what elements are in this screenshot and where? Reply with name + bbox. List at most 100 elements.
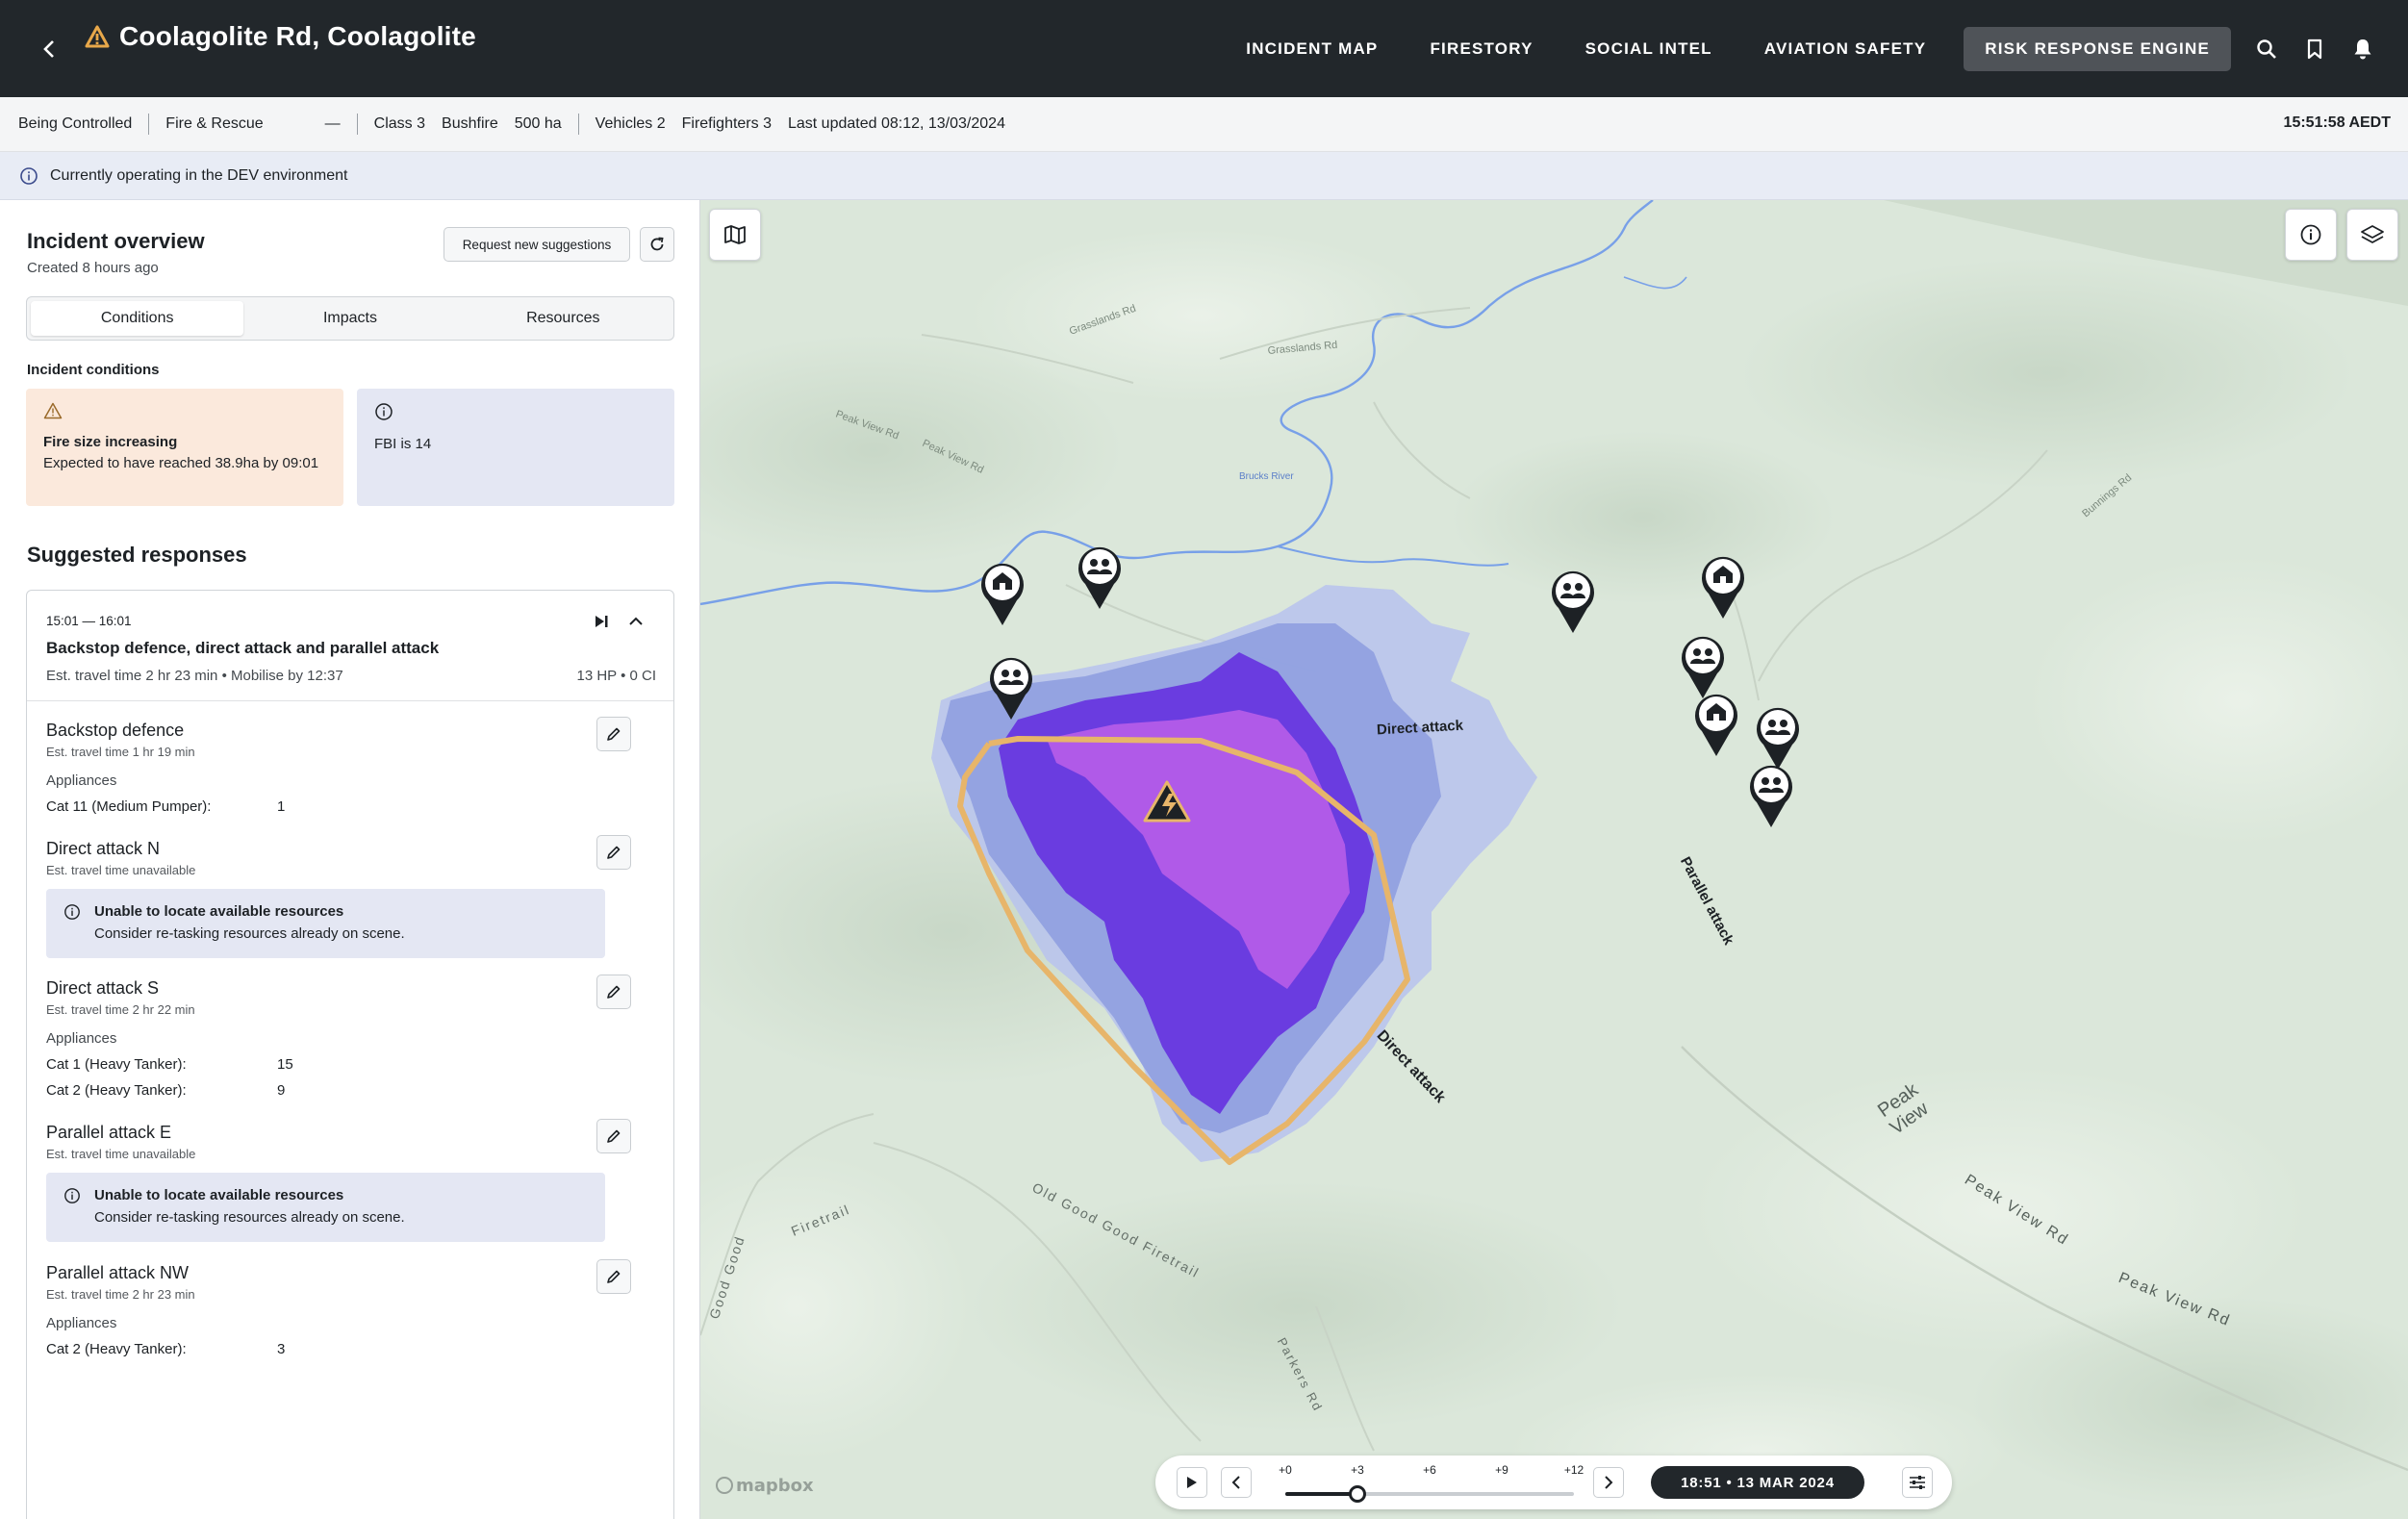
task-travel-time: Est. travel time 2 hr 23 min	[46, 1287, 195, 1302]
task-parallel-attack-e: Parallel attack E Est. travel time unava…	[46, 1119, 643, 1242]
appliances-label: Appliances	[46, 1030, 117, 1047]
tab-impacts[interactable]: Impacts	[243, 301, 456, 336]
people-icon	[1552, 570, 1594, 633]
edit-task-button[interactable]	[596, 835, 631, 870]
refresh-button[interactable]	[640, 227, 674, 262]
appliance-row: Cat 2 (Heavy Tanker): 9	[46, 1082, 643, 1099]
condition-card-fbi: FBI is 14	[357, 389, 674, 506]
condition-title: FBI is 14	[374, 436, 432, 452]
task-name: Direct attack N	[46, 839, 161, 858]
task-travel-time: Est. travel time unavailable	[46, 1147, 196, 1161]
community-pin[interactable]	[1074, 542, 1126, 611]
task-name: Parallel attack E	[46, 1123, 172, 1142]
info-icon	[20, 166, 38, 185]
status-area: 500 ha	[514, 115, 562, 132]
layers-button[interactable]	[2346, 209, 2398, 261]
task-direct-attack-s: Direct attack S Est. travel time 2 hr 22…	[46, 975, 643, 1099]
fire-spread-layer	[931, 585, 1537, 1165]
chevron-left-icon	[1231, 1476, 1240, 1489]
incident-map[interactable]: Peak View Rd Peak View Rd Grasslands Rd …	[700, 200, 2408, 1519]
suggestion-meta: Est. travel time 2 hr 23 min • Mobilise …	[46, 668, 343, 684]
nav-social-intel[interactable]: SOCIAL INTEL	[1559, 27, 1738, 71]
task-travel-time: Est. travel time 1 hr 19 min	[46, 745, 195, 759]
edit-task-button[interactable]	[596, 975, 631, 1009]
task-direct-attack-n: Direct attack N Est. travel time unavail…	[46, 835, 643, 958]
appliance-type: Cat 11 (Medium Pumper):	[46, 798, 212, 815]
timeline-handle[interactable]	[1349, 1485, 1366, 1503]
timeline-tick-label: +3	[1351, 1463, 1364, 1477]
play-icon	[1187, 1477, 1197, 1488]
edit-task-button[interactable]	[596, 1119, 631, 1153]
appliance-type: Cat 2 (Heavy Tanker):	[46, 1341, 187, 1357]
task-travel-time: Est. travel time unavailable	[46, 863, 196, 877]
panel-title: Incident overview	[27, 229, 205, 253]
skip-next-icon	[596, 616, 608, 627]
map-info-button[interactable]	[2285, 209, 2337, 261]
mapbox-attribution-text: mapbox	[736, 1476, 814, 1496]
house-pin[interactable]	[1697, 551, 1749, 620]
status-class: Class 3	[373, 115, 426, 132]
appliances-label: Appliances	[46, 772, 117, 789]
basemap-button[interactable]	[709, 209, 761, 261]
community-pin[interactable]	[1547, 566, 1599, 635]
appliance-row: Cat 11 (Medium Pumper): 1	[46, 798, 643, 815]
house-pin[interactable]	[1690, 689, 1742, 758]
pencil-icon	[607, 1129, 621, 1143]
nav-risk-response-engine[interactable]: RISK RESPONSE ENGINE	[1964, 26, 2231, 71]
info-icon	[375, 403, 393, 420]
skip-to-button[interactable]	[590, 610, 613, 633]
condition-body: Expected to have reached 38.9ha by 09:01	[43, 455, 319, 471]
divider	[27, 700, 673, 701]
notifications-button[interactable]	[2339, 27, 2387, 71]
back-button[interactable]	[33, 33, 65, 65]
house-icon	[1702, 556, 1744, 619]
bookmark-button[interactable]	[2291, 27, 2339, 71]
step-back-button[interactable]	[1221, 1467, 1252, 1498]
pencil-icon	[607, 1270, 621, 1283]
edit-task-button[interactable]	[596, 1259, 631, 1294]
overview-tabs: Conditions Impacts Resources	[26, 296, 674, 341]
bookmark-icon	[2307, 38, 2322, 59]
tab-resources[interactable]: Resources	[457, 301, 670, 336]
timeline-scale: +0 +3 +6 +9 +12	[1279, 1463, 1584, 1503]
status-state: Being Controlled	[18, 115, 133, 132]
community-pin[interactable]	[1745, 760, 1797, 829]
people-icon	[990, 657, 1032, 720]
appliance-count: 1	[277, 798, 286, 815]
suggested-responses-title: Suggested responses	[27, 543, 247, 567]
conditions-label: Incident conditions	[27, 362, 160, 378]
search-button[interactable]	[2243, 27, 2291, 71]
tab-conditions[interactable]: Conditions	[31, 301, 244, 336]
pencil-icon	[607, 985, 621, 999]
timeline-control: +0 +3 +6 +9 +12 18:51 • 13 MAR 2024	[1155, 1456, 1952, 1509]
house-pin[interactable]	[976, 558, 1028, 627]
search-icon	[2257, 38, 2276, 59]
environment-banner-text: Currently operating in the DEV environme…	[50, 166, 348, 184]
request-suggestions-button[interactable]: Request new suggestions	[444, 227, 630, 262]
status-vehicles: Vehicles 2	[595, 115, 666, 132]
status-type: Bushfire	[442, 115, 498, 132]
suggestion-name: Backstop defence, direct attack and para…	[46, 639, 440, 657]
collapse-button[interactable]	[624, 610, 647, 633]
edit-task-button[interactable]	[596, 717, 631, 751]
play-button[interactable]	[1177, 1467, 1207, 1498]
timeline-datetime: 18:51 • 13 MAR 2024	[1651, 1466, 1864, 1499]
timeline-tick-label: +9	[1495, 1463, 1508, 1477]
community-pin[interactable]	[985, 652, 1037, 722]
people-icon	[1750, 765, 1792, 827]
condition-card-fire-size: Fire size increasing Expected to have re…	[26, 389, 343, 506]
warning-icon	[43, 402, 63, 419]
refresh-icon	[650, 237, 664, 251]
nav-firestory[interactable]: FIRESTORY	[1404, 27, 1559, 71]
nav-incident-map[interactable]: INCIDENT MAP	[1220, 27, 1404, 71]
house-icon	[981, 563, 1024, 625]
timeline-settings-button[interactable]	[1902, 1467, 1933, 1498]
panel-created: Created 8 hours ago	[27, 260, 159, 276]
people-icon	[1078, 546, 1121, 609]
nav-aviation-safety[interactable]: AVIATION SAFETY	[1738, 27, 1953, 71]
pencil-icon	[607, 727, 621, 741]
appliance-count: 15	[277, 1056, 293, 1073]
appliance-type: Cat 2 (Heavy Tanker):	[46, 1082, 187, 1099]
step-forward-button[interactable]	[1593, 1467, 1624, 1498]
info-icon	[64, 1188, 80, 1203]
